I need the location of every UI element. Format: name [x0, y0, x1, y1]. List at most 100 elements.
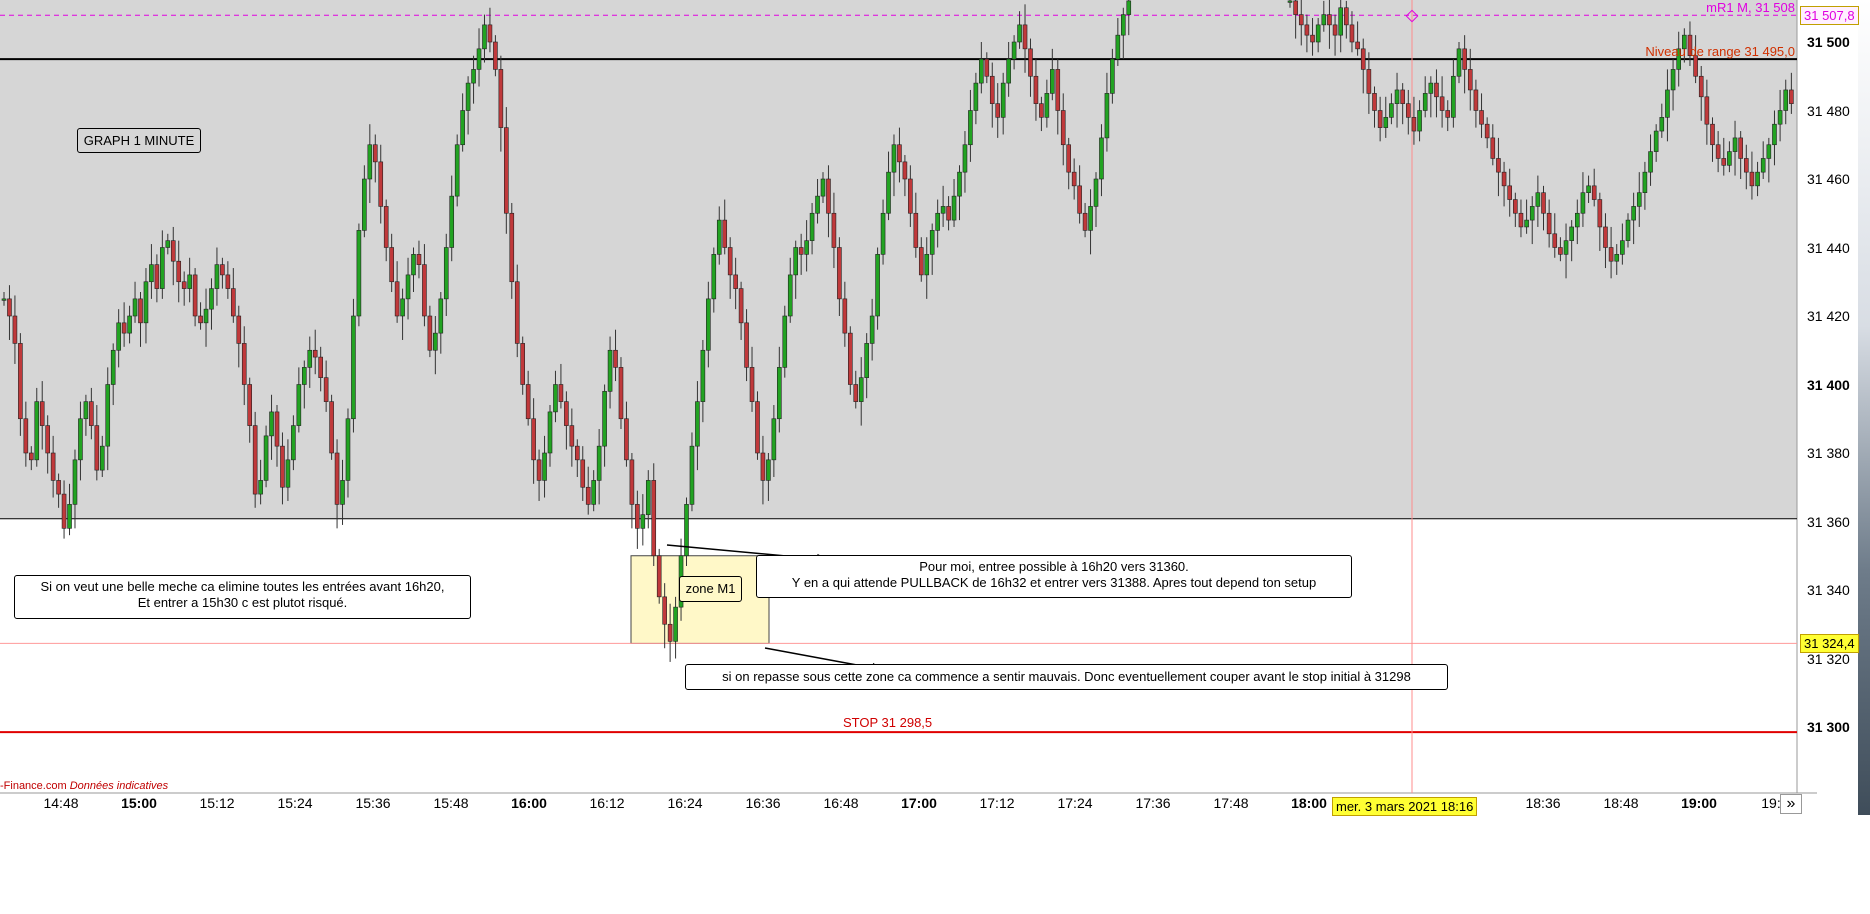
candle-body: [613, 349, 618, 368]
candle-body: [78, 418, 83, 461]
candle-body: [716, 219, 722, 255]
candle-body: [1310, 34, 1315, 43]
candle-body: [1473, 89, 1479, 111]
source-name: -Finance.com: [0, 780, 67, 792]
candle-body: [804, 240, 809, 255]
candle-body: [181, 281, 187, 289]
candle-body: [558, 384, 564, 402]
candle-body: [1507, 185, 1512, 200]
candle-body: [209, 288, 214, 310]
candle-body: [667, 623, 673, 642]
candle-body: [700, 349, 706, 402]
candle-body: [744, 322, 749, 368]
candle-body: [220, 264, 225, 276]
candle-body: [913, 212, 919, 248]
candle-body: [902, 161, 908, 180]
note-left-line-1: Si on veut une belle meche ca elimine to…: [40, 579, 445, 594]
candle-body: [858, 377, 864, 402]
x-tick-label: 17:48: [1213, 795, 1249, 811]
candle-body: [1304, 24, 1310, 36]
candle-body: [924, 254, 930, 276]
candle-body: [1377, 110, 1383, 128]
source-note: Données indicatives: [69, 780, 169, 792]
candle-body: [1411, 117, 1417, 132]
candle-body: [880, 212, 886, 255]
candle-body: [1439, 96, 1445, 111]
candle-body: [1603, 226, 1608, 248]
candle-body: [45, 425, 50, 454]
candle-body: [1355, 41, 1360, 50]
x-tick-label: 19:00: [1681, 795, 1717, 811]
note-entry-line-2: Y en a qui attende PULLBACK de 16h32 et …: [791, 575, 1317, 590]
candle-body: [460, 110, 465, 146]
candle-body: [727, 247, 733, 276]
candle-body: [1077, 185, 1082, 214]
candle-body: [689, 445, 695, 505]
candle-body: [1484, 123, 1490, 139]
candle-body: [187, 274, 192, 289]
candle-body: [918, 247, 924, 276]
candle-body: [291, 425, 296, 461]
candle-body: [979, 58, 984, 84]
candle-body: [1088, 206, 1093, 231]
x-tick-label: 19:: [1761, 795, 1781, 811]
candle-body: [869, 315, 875, 344]
price-badge-zone: 31 324,4: [1800, 634, 1859, 654]
candle-body: [569, 425, 575, 447]
candle-body: [1093, 178, 1099, 207]
candle-body: [787, 274, 793, 317]
candle-body: [416, 254, 422, 265]
candle-body: [1082, 212, 1088, 231]
candle-body: [574, 445, 580, 461]
candle-body: [984, 58, 990, 77]
candle-body: [1422, 93, 1428, 111]
x-tick-label: 16:36: [745, 795, 781, 811]
candle-body: [1636, 192, 1642, 207]
y-tick-label: 31 380: [1807, 445, 1850, 461]
y-tick-label: 31 480: [1807, 102, 1850, 119]
candle-body: [1760, 158, 1766, 173]
price-chart: [0, 0, 1817, 794]
candle-body: [968, 110, 973, 146]
candle-body: [946, 206, 951, 221]
x-tick-label: 16:48: [823, 795, 859, 811]
candle-body: [454, 144, 460, 197]
x-tick-label: 15:00: [121, 795, 157, 811]
candle-body: [471, 69, 476, 84]
candle-body: [83, 401, 89, 420]
candle-body: [241, 343, 247, 385]
candle-body: [143, 281, 149, 324]
candle-body: [231, 288, 236, 317]
candle-body: [1625, 219, 1631, 241]
candle-body: [1608, 247, 1614, 262]
candle-body: [7, 298, 12, 317]
candle-body: [509, 212, 515, 283]
candle-body: [1033, 75, 1039, 104]
candle-body: [706, 298, 711, 351]
candle-body: [1400, 89, 1405, 104]
candle-body: [427, 315, 433, 351]
candle-body: [1110, 58, 1115, 94]
candle-body: [12, 315, 18, 344]
candle-body: [1055, 69, 1061, 111]
candle-body: [378, 161, 384, 207]
candle-body: [1428, 82, 1434, 94]
candle-body: [1496, 158, 1501, 173]
candle-body: [1479, 110, 1484, 125]
candle-body: [1546, 212, 1552, 235]
candle-body: [995, 103, 1001, 118]
candle-body: [56, 480, 61, 495]
candle-body: [1434, 82, 1439, 98]
candle-body: [908, 178, 913, 214]
candle-body: [443, 247, 449, 300]
candle-body: [1665, 89, 1670, 118]
candle-body: [1529, 206, 1535, 221]
y-tick-label: 31 460: [1807, 171, 1850, 187]
candle-body: [258, 480, 263, 495]
candle-body: [782, 315, 788, 368]
candle-body: [951, 195, 957, 221]
candle-body: [1115, 34, 1121, 60]
candle-body: [536, 459, 542, 481]
scroll-right-button[interactable]: »: [1780, 794, 1802, 814]
candle-body: [793, 247, 799, 276]
